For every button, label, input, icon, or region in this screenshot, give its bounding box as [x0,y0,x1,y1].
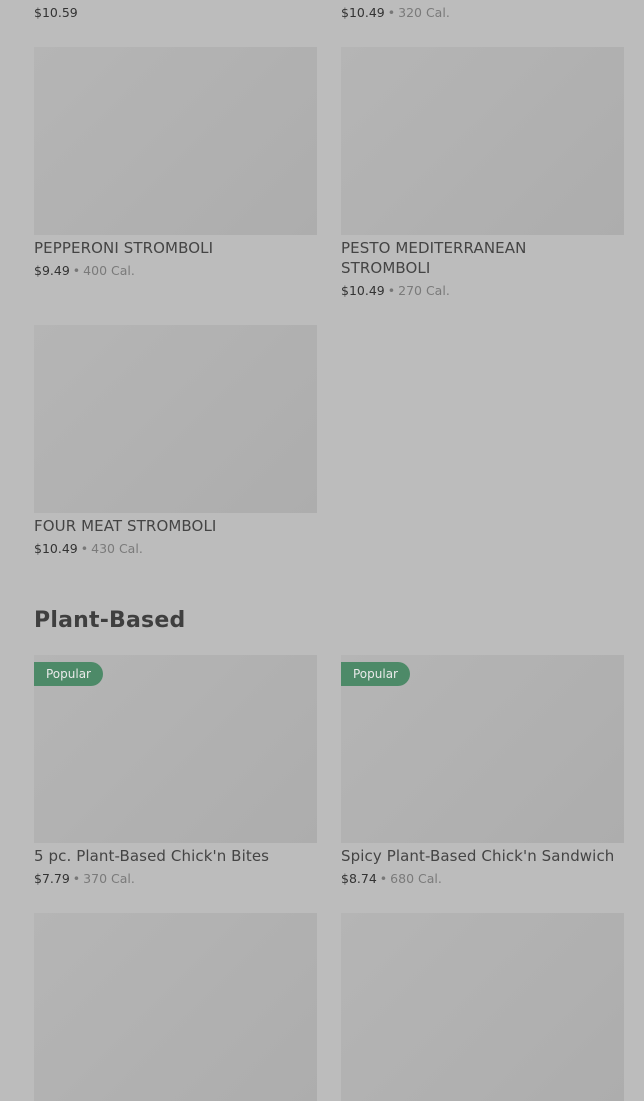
item-calories: 370 Cal. [83,871,135,886]
separator-dot: • [80,541,89,556]
item-calories: 400 Cal. [83,263,135,278]
item-image[interactable] [341,47,624,235]
separator-dot: • [72,263,81,278]
item-image[interactable] [341,913,624,1101]
item-meta: $8.74 • 680 Cal. [341,871,442,887]
item-price: $7.79 [34,871,70,886]
item-name[interactable]: PESTO MEDITERRANEAN STROMBOLI [341,238,571,278]
menu-item-top-left[interactable]: $10.59 [34,5,78,21]
separator-dot: • [387,5,396,20]
menu-item-top-right[interactable]: $10.49 • 320 Cal. [341,5,450,21]
item-name[interactable]: 5 pc. Plant-Based Chick'n Bites [34,846,317,866]
item-price: $10.49 [341,5,385,20]
item-price: $10.49 [34,541,78,556]
section-title-plant-based: Plant-Based [34,608,186,633]
popular-badge: Popular [34,662,103,686]
item-price: $10.49 [341,283,385,298]
item-meta: $7.79 • 370 Cal. [34,871,135,887]
item-calories: 320 Cal. [398,5,450,20]
item-meta: $10.49 • 430 Cal. [34,541,143,557]
separator-dot: • [72,871,81,886]
item-calories: 680 Cal. [390,871,442,886]
separator-dot: • [387,283,396,298]
item-name[interactable]: Spicy Plant-Based Chick'n Sandwich [341,846,641,866]
item-image[interactable] [34,913,317,1101]
item-name[interactable]: PEPPERONI STROMBOLI [34,238,317,258]
separator-dot: • [379,871,388,886]
item-calories: 270 Cal. [398,283,450,298]
popular-badge: Popular [341,662,410,686]
item-calories: 430 Cal. [91,541,143,556]
item-price: $10.59 [34,5,78,20]
item-image[interactable] [34,325,317,513]
item-price: $9.49 [34,263,70,278]
item-image[interactable] [34,47,317,235]
item-meta: $10.49 • 270 Cal. [341,283,450,299]
item-price: $8.74 [341,871,377,886]
item-name[interactable]: FOUR MEAT STROMBOLI [34,516,317,536]
item-meta: $9.49 • 400 Cal. [34,263,135,279]
